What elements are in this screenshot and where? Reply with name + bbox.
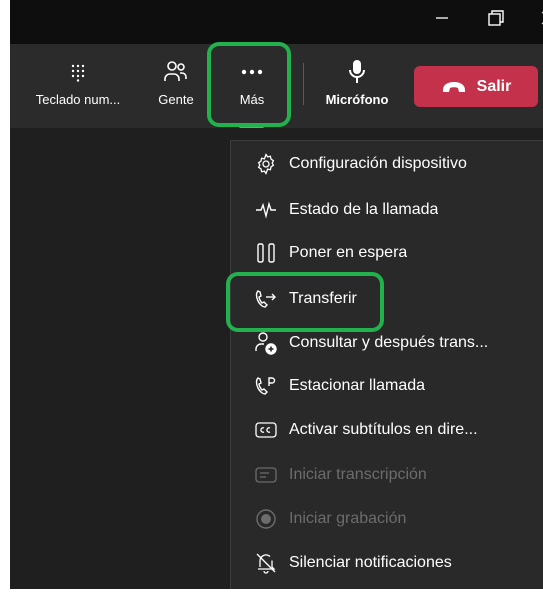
more-options-menu: Configuración dispositivo Estado de la l…	[230, 140, 543, 589]
dialpad-button[interactable]: Teclado num...	[33, 54, 123, 124]
close-button[interactable]	[528, 0, 543, 36]
minimize-icon	[436, 17, 448, 19]
leave-call-label: Salir	[476, 77, 512, 95]
menu-item-start-recording: Iniciar grabación	[231, 499, 543, 539]
menu-item-label: Estacionar llamada	[289, 377, 426, 394]
people-label: Gente	[158, 92, 194, 107]
pause-icon	[253, 240, 279, 266]
menu-item-label: Estado de la llamada	[289, 201, 439, 218]
menu-item-label: Silenciar notificaciones	[289, 554, 452, 571]
menu-item-label: Activar subtítulos en dire...	[289, 421, 478, 438]
transcript-icon	[253, 462, 279, 488]
menu-item-mute-notifications[interactable]: Silenciar notificaciones	[231, 543, 543, 583]
microphone-icon	[349, 60, 365, 83]
menu-item-label: Consultar y después trans...	[289, 334, 489, 351]
teams-call-window: Teclado num... Gente Más Micrófono Salir…	[10, 0, 543, 589]
menu-item-label: Iniciar transcripción	[289, 466, 427, 483]
gear-icon	[253, 151, 279, 177]
park-call-icon	[253, 373, 279, 399]
menu-item-label: Configuración dispositivo	[289, 155, 467, 172]
menu-item-label: Transferir	[289, 290, 357, 307]
transfer-icon	[253, 286, 279, 312]
more-label: Más	[239, 92, 265, 107]
menu-item-device-settings[interactable]: Configuración dispositivo	[231, 144, 543, 184]
title-bar	[10, 0, 543, 44]
restore-button[interactable]	[476, 0, 516, 36]
minimize-button[interactable]	[422, 0, 462, 36]
menu-item-start-transcription: Iniciar transcripción	[231, 455, 543, 495]
pulse-icon	[253, 197, 279, 223]
menu-item-transfer[interactable]: Transferir	[231, 279, 543, 319]
more-button[interactable]: Más	[222, 54, 282, 124]
cc-icon	[253, 417, 279, 443]
menu-item-park-call[interactable]: Estacionar llamada	[231, 366, 543, 406]
toolbar-divider	[303, 63, 304, 105]
people-icon	[164, 61, 187, 81]
menu-item-live-captions[interactable]: Activar subtítulos en dire...	[231, 410, 543, 450]
dialpad-label: Teclado num...	[35, 92, 121, 107]
more-active-indicator	[239, 125, 264, 128]
close-icon	[541, 11, 543, 25]
menu-item-label: Poner en espera	[289, 244, 408, 261]
record-icon	[253, 506, 279, 532]
restore-icon	[488, 10, 504, 26]
dialpad-icon	[71, 64, 85, 82]
consult-transfer-icon	[253, 330, 279, 356]
menu-item-hold[interactable]: Poner en espera	[231, 233, 543, 273]
menu-item-label: Iniciar grabación	[289, 510, 407, 527]
menu-item-consult-transfer[interactable]: Consultar y después trans...	[231, 323, 543, 363]
microphone-button[interactable]: Micrófono	[315, 54, 399, 124]
more-icon	[241, 69, 263, 75]
microphone-label: Micrófono	[325, 92, 389, 107]
menu-item-call-health[interactable]: Estado de la llamada	[231, 190, 543, 230]
hang-up-icon	[442, 81, 465, 92]
people-button[interactable]: Gente	[148, 54, 204, 124]
leave-call-button[interactable]: Salir	[414, 66, 538, 107]
bell-off-icon	[253, 550, 279, 576]
